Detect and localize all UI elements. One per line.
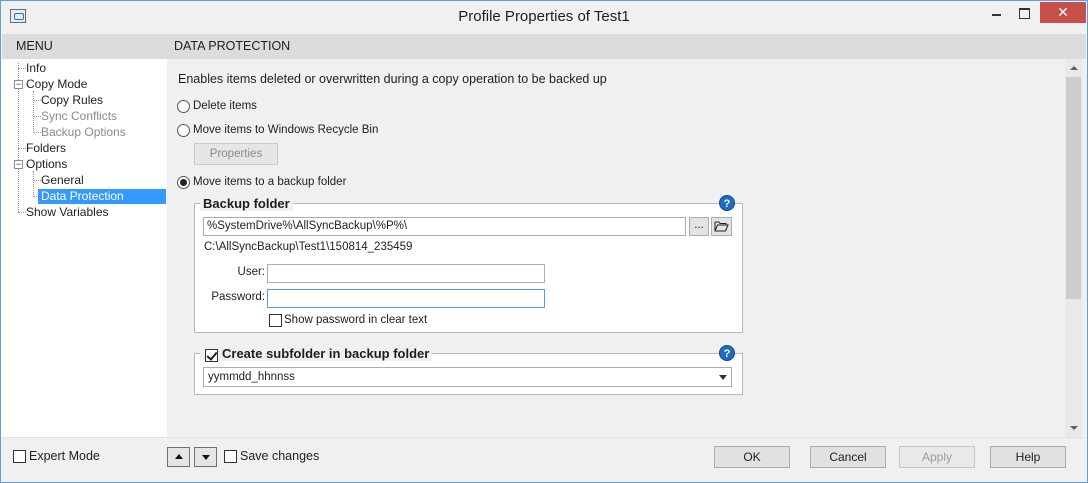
scroll-down-icon[interactable] — [1065, 420, 1082, 437]
recycle-bin-label[interactable]: Move items to Windows Recycle Bin — [193, 124, 378, 136]
maximize-button[interactable] — [1013, 2, 1035, 23]
close-button[interactable]: ✕ — [1040, 2, 1086, 23]
window-title: Profile Properties of Test1 — [458, 8, 630, 25]
password-label: Password: — [211, 291, 265, 303]
cancel-button[interactable]: Cancel — [810, 446, 886, 468]
browse-folder-button[interactable] — [711, 217, 732, 236]
subfolder-format-select[interactable]: yymmdd_hhnnss — [203, 367, 732, 387]
data-protection-panel: Enables items deleted or overwritten dur… — [167, 59, 1065, 437]
backup-folder-option-label[interactable]: Move items to a backup folder — [193, 176, 346, 188]
tree-connector — [33, 171, 34, 197]
tree-item-folders[interactable]: Folders — [26, 141, 66, 156]
tree-item-show-variables[interactable]: Show Variables — [26, 205, 109, 220]
close-icon: ✕ — [1057, 4, 1069, 20]
header-row: MENU DATA PROTECTION — [2, 34, 1086, 59]
tree-item-options[interactable]: Options — [26, 157, 67, 172]
expert-mode-label[interactable]: Expert Mode — [29, 449, 100, 463]
delete-items-label[interactable]: Delete items — [193, 100, 257, 112]
tree-connector — [18, 68, 26, 69]
browse-variables-button[interactable]: ... — [689, 217, 709, 236]
footer-bar: Expert Mode Save changes OK Cancel Apply… — [2, 437, 1086, 482]
delete-items-radio[interactable] — [177, 100, 190, 113]
tree-item-info[interactable]: Info — [26, 61, 46, 76]
menu-tree: Info − Copy Mode Copy Rules Sync Conflic… — [1, 59, 167, 437]
recycle-bin-radio[interactable] — [177, 124, 190, 137]
chevron-down-icon — [719, 375, 727, 380]
minimize-button[interactable] — [986, 2, 1008, 23]
create-subfolder-checkbox[interactable] — [205, 349, 218, 362]
show-password-label[interactable]: Show password in clear text — [284, 314, 427, 326]
section-heading: DATA PROTECTION — [174, 39, 291, 53]
tree-connector — [18, 148, 26, 149]
arrow-up-icon — [175, 454, 183, 459]
user-label: User: — [237, 266, 265, 278]
subfolder-group: Create subfolder in backup folder ? yymm… — [194, 345, 743, 395]
scroll-up-icon[interactable] — [1065, 59, 1082, 76]
user-input[interactable] — [267, 264, 545, 283]
backup-folder-group: Backup folder ? %SystemDrive%\AllSyncBac… — [194, 195, 743, 333]
resolved-backup-path: C:\AllSyncBackup\Test1\150814_235459 — [204, 241, 413, 253]
subfolder-format-value: yymmdd_hhnnss — [208, 371, 295, 383]
move-down-button[interactable] — [194, 447, 217, 467]
move-up-button[interactable] — [167, 447, 190, 467]
arrow-down-icon — [202, 455, 210, 460]
tree-item-copy-mode[interactable]: Copy Mode — [26, 77, 87, 92]
collapse-icon[interactable]: − — [14, 80, 23, 89]
expert-mode-checkbox[interactable] — [13, 450, 26, 463]
menu-heading: MENU — [16, 39, 53, 53]
tree-connector — [33, 180, 41, 181]
vertical-scrollbar[interactable] — [1065, 59, 1082, 437]
tree-item-data-protection[interactable]: Data Protection — [38, 189, 166, 204]
subfolder-title[interactable]: Create subfolder in backup folder — [200, 346, 433, 361]
panel-description: Enables items deleted or overwritten dur… — [178, 72, 607, 86]
password-input[interactable] — [267, 289, 545, 308]
save-changes-checkbox[interactable] — [224, 450, 237, 463]
backup-folder-title: Backup folder — [200, 196, 293, 211]
ok-button[interactable]: OK — [714, 446, 790, 468]
save-changes-label[interactable]: Save changes — [240, 449, 319, 463]
tree-item-sync-conflicts[interactable]: Sync Conflicts — [41, 109, 117, 124]
properties-button[interactable]: Properties — [194, 143, 278, 165]
title-bar[interactable]: Profile Properties of Test1 ✕ — [1, 1, 1087, 33]
help-icon[interactable]: ? — [719, 345, 735, 361]
open-folder-icon — [714, 221, 729, 232]
tree-connector — [18, 212, 26, 213]
tree-item-backup-options[interactable]: Backup Options — [41, 125, 126, 140]
help-icon[interactable]: ? — [719, 195, 735, 211]
collapse-icon[interactable]: − — [14, 160, 23, 169]
tree-connector — [33, 91, 34, 133]
help-button[interactable]: Help — [990, 446, 1066, 468]
tree-item-general[interactable]: General — [41, 173, 84, 188]
scroll-thumb[interactable] — [1066, 77, 1081, 299]
tree-connector — [33, 116, 41, 117]
backup-path-input[interactable]: %SystemDrive%\AllSyncBackup\%P%\ — [203, 217, 686, 236]
profile-properties-window: Profile Properties of Test1 ✕ MENU DATA … — [0, 0, 1088, 483]
backup-folder-radio[interactable] — [177, 176, 190, 189]
tree-connector — [33, 100, 41, 101]
apply-button[interactable]: Apply — [899, 446, 975, 468]
tree-item-copy-rules[interactable]: Copy Rules — [41, 93, 103, 108]
show-password-checkbox[interactable] — [269, 314, 282, 327]
tree-connector — [33, 132, 41, 133]
